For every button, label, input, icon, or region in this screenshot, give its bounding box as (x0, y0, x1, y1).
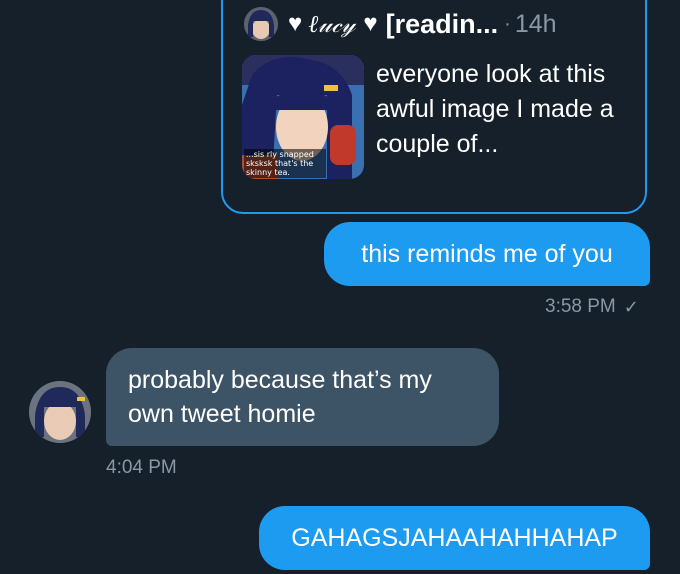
quoted-tweet-thumbnail[interactable]: ...sis rly snapped sksksk that's the ski… (242, 55, 364, 179)
quoted-tweet-text: everyone look at this awful image I made… (376, 60, 614, 158)
heart-icon: ♥ (288, 10, 303, 37)
message-text: this reminds me of you (361, 239, 613, 268)
check-icon: ✓ (623, 296, 639, 317)
quoted-display-name-suffix: [readin... (385, 8, 499, 39)
heart-icon: ♥ (363, 10, 378, 37)
timestamp-text: 3:58 PM (545, 296, 616, 317)
separator-dot: · (504, 12, 511, 35)
message-text: GAHAGSJAHAAHAHHAHAP (291, 523, 618, 552)
sent-message-bubble[interactable]: GAHAGSJAHAAHAHHAHAP (259, 506, 650, 570)
sent-message-bubble[interactable]: this reminds me of you (324, 222, 650, 286)
quoted-tweet-avatar[interactable] (244, 7, 278, 41)
thumbnail-caption: ...sis rly snapped sksksk that's the ski… (244, 149, 326, 178)
received-message-bubble[interactable]: probably because that’s my own tweet hom… (106, 348, 499, 446)
quoted-tweet-header: ♥ ℓ𝓊𝒸𝓎 ♥ [readin... · 14h (288, 7, 557, 41)
quoted-tweet-time: 14h (514, 9, 557, 38)
message-timestamp: 4:04 PM (106, 457, 177, 478)
sender-avatar[interactable] (29, 381, 91, 443)
message-timestamp: 3:58 PM ✓ (545, 296, 639, 318)
message-text: probably because that’s my own tweet hom… (128, 366, 432, 428)
quoted-display-name: ℓ𝓊𝒸𝓎 (308, 9, 356, 38)
